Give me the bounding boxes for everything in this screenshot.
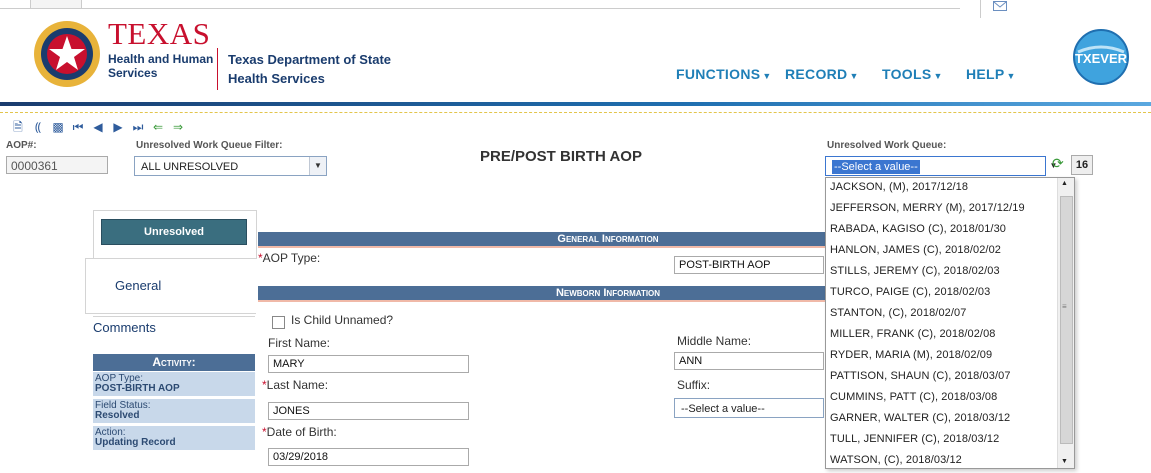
logo-divider: [217, 48, 218, 90]
dotted-separator: [0, 112, 1151, 113]
queue-filter-select[interactable]: ALL UNRESOLVED ▼: [134, 156, 327, 176]
middle-name-input[interactable]: ANN: [674, 352, 824, 370]
toolbar: 🗎 ⸨ ▩ ⏮ ◀ ▶ ⏭ ⇐ ⇒: [10, 120, 190, 134]
queue-filter-value: ALL UNRESOLVED: [141, 161, 239, 173]
logo-subtitle: Health and Human Services: [108, 52, 213, 80]
last-name-label: *Last Name:: [262, 378, 329, 392]
first-name-label: First Name:: [268, 336, 331, 350]
activity-header: Activity:: [93, 354, 255, 371]
previous-record-icon[interactable]: ◀: [90, 120, 106, 134]
texas-seal-icon: [33, 20, 101, 88]
list-item[interactable]: CUMMINS, PATT (C), 2018/03/08: [830, 391, 997, 403]
date-of-birth-input[interactable]: 03/29/2018: [268, 448, 469, 466]
middle-name-label: Middle Name:: [677, 334, 752, 348]
aop-number-label: AOP#:: [6, 140, 37, 151]
scrollbar-thumb[interactable]: [1060, 196, 1073, 444]
work-queue-selected: --Select a value--: [832, 160, 920, 174]
txever-logo: TXEVER: [1072, 28, 1130, 86]
suffix-label: Suffix:: [677, 378, 711, 392]
header-band: [0, 102, 1151, 106]
grip-icon: ≡: [1062, 302, 1067, 311]
activity-field-status: Field Status: Resolved: [93, 399, 255, 423]
list-item[interactable]: STILLS, JEREMY (C), 2018/02/03: [830, 265, 1000, 277]
logo-subtitle-line2: Services: [108, 66, 158, 80]
last-record-icon[interactable]: ⏭: [130, 120, 146, 134]
tab-general[interactable]: General: [85, 258, 256, 314]
work-queue-select[interactable]: --Select a value--: [825, 156, 1046, 176]
menu-record[interactable]: RECORD ▼: [785, 66, 859, 82]
forward-arrow-icon[interactable]: ⇒: [170, 120, 186, 134]
list-item[interactable]: STANTON, (C), 2018/02/07: [830, 307, 967, 319]
child-unnamed-checkbox[interactable]: [272, 316, 285, 329]
list-item[interactable]: TULL, JENNIFER (C), 2018/03/12: [830, 433, 999, 445]
tab-comments[interactable]: Comments: [93, 320, 156, 335]
date-of-birth-label: *Date of Birth:: [262, 425, 337, 439]
top-divider: [0, 8, 960, 9]
last-name-input[interactable]: JONES: [268, 402, 469, 420]
list-item[interactable]: JACKSON, (M), 2017/12/18: [830, 181, 968, 193]
activity-action-value: Updating Record: [95, 437, 176, 448]
menu-tools[interactable]: TOOLS ▼: [882, 66, 943, 82]
tab-divider: [93, 316, 255, 317]
department-line2: Health Services: [228, 71, 325, 86]
logo-subtitle-line1: Health and Human: [108, 52, 214, 66]
aop-type-label: *AOP Type:: [258, 251, 321, 265]
aop-type-field[interactable]: POST-BIRTH AOP: [674, 256, 824, 274]
list-item[interactable]: GARNER, WALTER (C), 2018/03/12: [830, 412, 1010, 424]
menu-functions[interactable]: FUNCTIONS ▼: [676, 66, 772, 82]
dropdown-scrollbar[interactable]: ▲ ≡ ▼: [1057, 178, 1074, 468]
scroll-down-icon[interactable]: ▼: [1061, 458, 1068, 465]
list-item[interactable]: WATSON, (C), 2018/03/12: [830, 454, 962, 466]
activity-field-status-value: Resolved: [95, 410, 140, 421]
tab-general-label: General: [115, 278, 162, 293]
txever-logo-text: TXEVER: [1075, 51, 1128, 66]
save-icon[interactable]: ▩: [50, 120, 66, 134]
mail-icon[interactable]: [980, 0, 1021, 18]
list-item[interactable]: RABADA, KAGISO (C), 2018/01/30: [830, 223, 1006, 235]
refresh-icon[interactable]: ⟳: [1052, 155, 1064, 172]
activity-aop-type-value: POST-BIRTH AOP: [95, 383, 180, 394]
queue-filter-label: Unresolved Work Queue Filter:: [136, 140, 283, 151]
first-name-input[interactable]: MARY: [268, 355, 469, 373]
status-unresolved-button[interactable]: Unresolved: [101, 219, 247, 245]
list-item[interactable]: HANLON, JAMES (C), 2018/02/02: [830, 244, 1001, 256]
logo-title: TEXAS: [108, 16, 211, 51]
list-item[interactable]: RYDER, MARIA (M), 2018/02/09: [830, 349, 992, 361]
page-title: PRE/POST BIRTH AOP: [480, 148, 642, 165]
department-name: Texas Department of State Health Service…: [228, 50, 391, 88]
work-queue-dropdown-list[interactable]: JACKSON, (M), 2017/12/18 JEFFERSON, MERR…: [825, 177, 1075, 469]
queue-count-badge: 16: [1071, 155, 1093, 175]
list-item[interactable]: PATTISON, SHAUN (C), 2018/03/07: [830, 370, 1011, 382]
next-record-icon[interactable]: ▶: [110, 120, 126, 134]
aop-number-field: 0000361: [6, 156, 108, 174]
activity-action: Action: Updating Record: [93, 426, 255, 450]
activity-aop-type: AOP Type: POST-BIRTH AOP: [93, 372, 255, 396]
department-line1: Texas Department of State: [228, 52, 392, 67]
suffix-select[interactable]: --Select a value--: [674, 398, 824, 418]
list-item[interactable]: TURCO, PAIGE (C), 2018/02/03: [830, 286, 990, 298]
first-record-icon[interactable]: ⏮: [70, 120, 86, 134]
new-document-icon[interactable]: 🗎: [10, 120, 26, 134]
list-item[interactable]: MILLER, FRANK (C), 2018/02/08: [830, 328, 996, 340]
work-queue-label: Unresolved Work Queue:: [827, 140, 947, 151]
find-icon[interactable]: ⸨: [30, 120, 46, 134]
chevron-down-icon: ▼: [309, 157, 326, 175]
menu-help[interactable]: HELP ▼: [966, 66, 1016, 82]
scroll-up-icon[interactable]: ▲: [1061, 180, 1068, 187]
child-unnamed-label: Is Child Unnamed?: [291, 313, 394, 327]
back-arrow-icon[interactable]: ⇐: [150, 120, 166, 134]
list-item[interactable]: JEFFERSON, MERRY (M), 2017/12/19: [830, 202, 1025, 214]
